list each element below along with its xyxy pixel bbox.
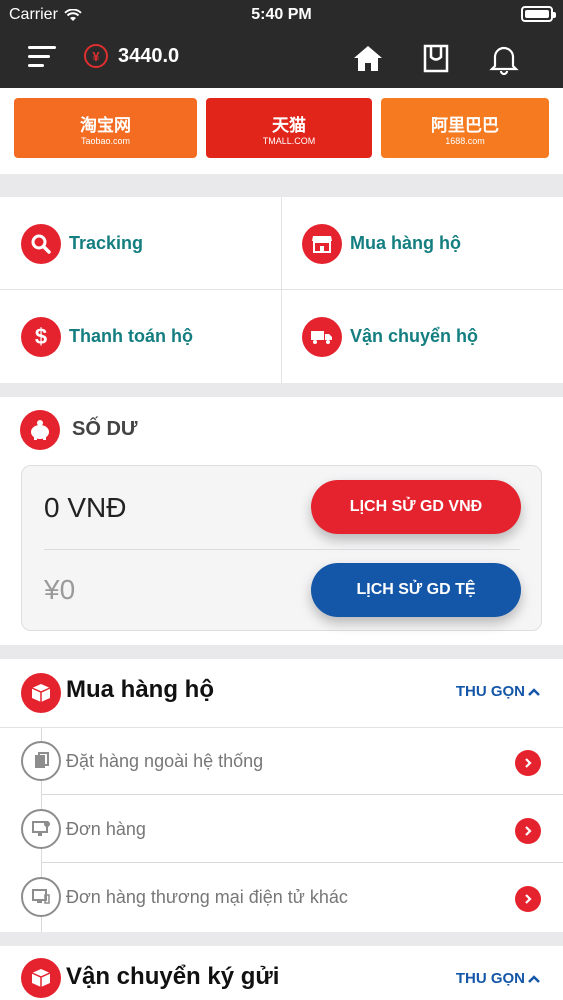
purchase-title: Mua hàng hộ — [66, 676, 214, 703]
purchase-item-external-label: Đặt hàng ngoài hệ thống — [66, 751, 264, 771]
history-te-button[interactable]: LỊCH SỬ GD TỆ — [311, 563, 521, 617]
yen-icon: ¥ — [84, 44, 108, 68]
service-mua-hang-ho[interactable]: Mua hàng hộ — [281, 197, 562, 290]
store-1688-name: 阿里巴巴 — [431, 115, 499, 135]
purchase-collapse-button[interactable]: THU GỌN — [456, 683, 541, 700]
box-icon — [21, 958, 61, 998]
store-icon — [302, 223, 342, 264]
store-taobao-name: 淘宝网 — [80, 115, 131, 135]
balance-section: SỐ DƯ 0 VNĐ LỊCH SỬ GD VNĐ ¥0 LỊCH SỬ GD… — [0, 397, 563, 645]
transport-title: Vận chuyển ký gửi — [66, 963, 280, 990]
chevron-right-icon — [515, 886, 541, 912]
purchase-item-orders[interactable]: Đơn hàng — [0, 795, 563, 863]
store-tmall-name: 天猫 — [271, 115, 306, 135]
service-van-chuyen-ho-label: Vận chuyển hộ — [350, 326, 479, 346]
chevron-up-icon — [528, 974, 540, 983]
store-1688-sub: 1688.com — [445, 135, 485, 146]
service-grid: Tracking Mua hàng hộ $ Thanh toán hộ Vận… — [0, 197, 563, 383]
transport-section: Vận chuyển ký gửi THU GỌN — [0, 946, 563, 1000]
menu-icon[interactable] — [28, 44, 58, 68]
app-header: Carrier 5:40 PM ¥ 3440.0 — [0, 0, 563, 88]
bag-icon[interactable] — [418, 40, 454, 76]
chevron-right-icon — [515, 818, 541, 844]
service-tracking[interactable]: Tracking — [0, 197, 281, 290]
store-tmall-sub: TMALL.COM — [262, 135, 316, 146]
service-tracking-label: Tracking — [69, 233, 144, 253]
piggy-bank-icon — [20, 410, 60, 450]
purchase-item-external[interactable]: Đặt hàng ngoài hệ thống — [0, 727, 563, 795]
box-icon — [21, 673, 61, 713]
desktop-icon — [21, 877, 61, 917]
purchase-item-ecommerce-label: Đơn hàng thương mại điện tử khác — [66, 887, 348, 907]
purchase-section: Mua hàng hộ THU GỌN Đặt hàng ngoài hệ th… — [0, 659, 563, 932]
store-tmall[interactable]: 天猫 TMALL.COM — [206, 98, 372, 158]
balance-card: 0 VNĐ LỊCH SỬ GD VNĐ ¥0 LỊCH SỬ GD TỆ — [21, 465, 542, 631]
dollar-icon: $ — [21, 316, 61, 357]
bell-icon[interactable] — [486, 40, 522, 76]
store-banners: 淘宝网 Taobao.com 天猫 TMALL.COM 阿里巴巴 1688.co… — [0, 88, 563, 174]
document-icon — [21, 741, 61, 781]
balance-title: SỐ DƯ — [72, 418, 138, 440]
balance-te: ¥0 — [44, 574, 76, 605]
service-thanh-toan-ho[interactable]: $ Thanh toán hộ — [0, 290, 281, 383]
chevron-right-icon — [515, 750, 541, 776]
service-thanh-toan-ho-label: Thanh toán hộ — [69, 326, 193, 346]
store-taobao[interactable]: 淘宝网 Taobao.com — [14, 98, 197, 158]
header-balance: 3440.0 — [118, 45, 180, 67]
truck-icon — [302, 316, 342, 357]
home-icon[interactable] — [350, 40, 386, 76]
transport-collapse-button[interactable]: THU GỌN — [456, 970, 541, 987]
balance-vnd: 0 VNĐ — [44, 492, 127, 523]
status-bar: Carrier 5:40 PM — [0, 0, 563, 30]
store-taobao-sub: Taobao.com — [80, 135, 131, 146]
chevron-up-icon — [528, 687, 540, 696]
history-vnd-button[interactable]: LỊCH SỬ GD VNĐ — [311, 480, 521, 534]
service-mua-hang-ho-label: Mua hàng hộ — [350, 233, 461, 253]
nav-bar: ¥ 3440.0 — [0, 34, 563, 84]
purchase-item-orders-label: Đơn hàng — [66, 819, 146, 839]
service-van-chuyen-ho[interactable]: Vận chuyển hộ — [281, 290, 562, 383]
purchase-item-ecommerce[interactable]: Đơn hàng thương mại điện tử khác — [0, 863, 563, 931]
clock: 5:40 PM — [251, 6, 312, 23]
search-icon — [21, 223, 61, 264]
battery-icon — [521, 6, 556, 22]
monitor-icon — [21, 809, 61, 849]
transport-collapse-label: THU GỌN — [455, 970, 525, 987]
purchase-collapse-label: THU GỌN — [455, 683, 525, 700]
store-1688[interactable]: 阿里巴巴 1688.com — [381, 98, 549, 158]
